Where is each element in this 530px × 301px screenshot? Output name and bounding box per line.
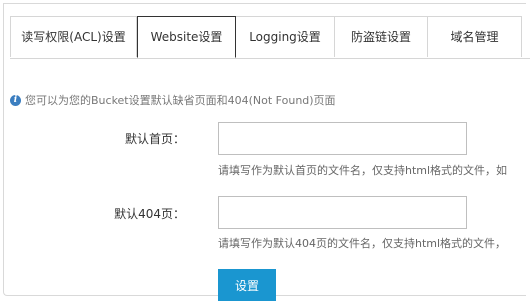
save-button[interactable]: 设置 [218,269,276,301]
notfound-page-help: 请填写作为默认404页的文件名，仅支持html格式的文件， [218,237,507,250]
tab-website[interactable]: Website设置 [137,16,236,58]
tab-logging[interactable]: Logging设置 [236,16,335,57]
info-icon: i [10,94,21,106]
index-page-help: 请填写作为默认首页的文件名，仅支持html格式的文件，如 [218,164,508,177]
info-tip-text: 您可以为您的Bucket设置默认缺省页面和404(Not Found)页面 [25,94,336,107]
notfound-page-input[interactable] [218,196,467,229]
settings-tabs: 读写权限(ACL)设置 Website设置 Logging设置 防盗链设置 域名… [10,16,530,59]
tab-domain[interactable]: 域名管理 [428,16,522,57]
notfound-page-label: 默认404页： [114,207,185,221]
index-page-label: 默认首页： [124,132,185,146]
info-tip: i 您可以为您的Bucket设置默认缺省页面和404(Not Found)页面 [10,92,336,108]
index-page-input[interactable] [218,122,467,155]
tab-acl[interactable]: 读写权限(ACL)设置 [10,16,137,57]
tab-hotlink[interactable]: 防盗链设置 [335,16,428,57]
